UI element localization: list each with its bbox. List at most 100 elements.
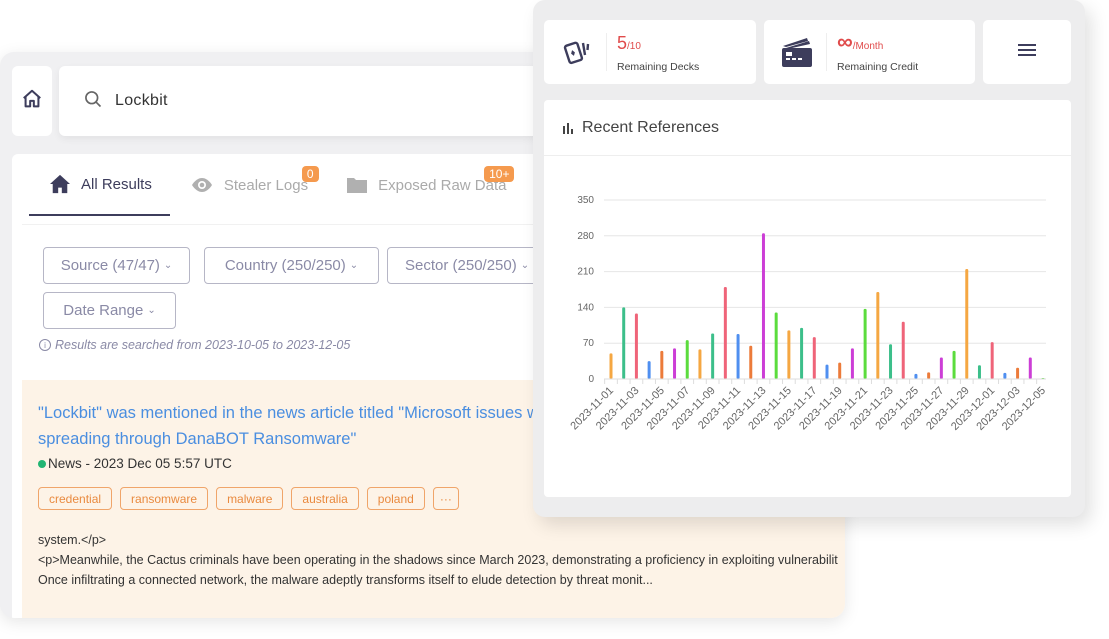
more-tags-button[interactable]: ··· xyxy=(432,487,459,510)
remaining-decks-card: 5/10 Remaining Decks xyxy=(544,20,756,84)
bar-2023-11-08 xyxy=(698,349,702,379)
result-tabs: All Results Stealer Logs 0 Exposed Raw D… xyxy=(29,154,525,216)
bar-2023-11-04 xyxy=(647,361,651,379)
info-icon: i xyxy=(39,339,51,351)
date-range-note: i Results are searched from 2023-10-05 t… xyxy=(39,338,350,352)
bar-2023-11-01 xyxy=(609,353,613,379)
tab-stealer-logs[interactable]: Stealer Logs 0 xyxy=(170,154,326,216)
bar-2023-11-11 xyxy=(736,333,740,379)
snippet-line: <p>Meanwhile, the Cactus criminals have … xyxy=(38,553,838,567)
decks-value: 5/10 xyxy=(617,32,641,53)
chevron-down-icon: ⌄ xyxy=(520,260,530,271)
result-snippet: system.</p> <p>Meanwhile, the Cactus cri… xyxy=(38,530,838,590)
bar-chart-icon xyxy=(562,121,576,135)
tab-all-results[interactable]: All Results xyxy=(29,154,170,216)
snippet-line: system.</p> xyxy=(38,533,107,547)
tag-poland[interactable]: poland xyxy=(366,487,425,510)
credit-card-icon xyxy=(772,36,822,68)
bar-2023-12-02 xyxy=(1003,372,1007,379)
date-range-filter[interactable]: Date Range ⌄ xyxy=(43,292,176,329)
bar-2023-11-18 xyxy=(825,364,829,379)
bar-2023-11-10 xyxy=(723,286,727,379)
bar-2023-11-19 xyxy=(838,362,842,379)
sector-filter[interactable]: Sector (250/250) ⌄ xyxy=(387,247,547,284)
y-tick-label: 0 xyxy=(588,374,594,385)
stealer-logs-badge: 0 xyxy=(301,166,319,182)
y-tick-label: 350 xyxy=(577,195,594,206)
date-range-filter-label: Date Range xyxy=(63,302,144,319)
bar-2023-11-17 xyxy=(812,337,816,379)
snippet-line: Once infiltrating a connected network, t… xyxy=(38,573,653,587)
country-filter-label: Country (250/250) xyxy=(224,257,346,274)
chart-header: Recent References xyxy=(544,100,1071,156)
home-icon xyxy=(21,88,43,115)
bar-2023-11-29 xyxy=(965,269,969,379)
bar-2023-12-03 xyxy=(1016,367,1020,379)
dashboard-panel: 5/10 Remaining Decks ∞/Month Remaining C… xyxy=(533,0,1085,517)
bar-2023-11-09 xyxy=(711,333,715,379)
references-bar-chart: 0701402102803502023-11-012023-11-032023-… xyxy=(568,195,1048,433)
chevron-down-icon: ⌄ xyxy=(349,260,359,271)
search-icon xyxy=(83,89,103,114)
menu-button[interactable] xyxy=(983,20,1071,84)
bar-2023-11-05 xyxy=(660,350,664,379)
bar-2023-11-24 xyxy=(901,321,905,379)
sector-filter-label: Sector (250/250) xyxy=(405,257,517,274)
tab-label: All Results xyxy=(81,175,152,193)
bar-2023-11-22 xyxy=(876,292,880,379)
search-query[interactable]: Lockbit xyxy=(115,92,168,110)
home-icon xyxy=(49,174,71,194)
eye-icon xyxy=(190,177,214,193)
home-button[interactable] xyxy=(12,66,52,136)
source-filter[interactable]: Source (47/47) ⌄ xyxy=(43,247,190,284)
result-meta: News - 2023 Dec 05 5:57 UTC xyxy=(38,456,232,471)
folder-icon xyxy=(346,176,368,194)
divider xyxy=(826,33,827,71)
bar-2023-11-16 xyxy=(800,327,804,379)
tag-credential[interactable]: credential xyxy=(38,487,113,510)
tag-ransomware[interactable]: ransomware xyxy=(120,487,209,510)
credit-value: ∞/Month xyxy=(837,29,884,54)
tab-exposed-raw-data[interactable]: Exposed Raw Data 10+ xyxy=(326,154,524,216)
chevron-down-icon: ⌄ xyxy=(147,305,156,316)
chart-title: Recent References xyxy=(582,118,719,136)
bar-2023-11-27 xyxy=(939,357,943,379)
decks-label: Remaining Decks xyxy=(617,60,700,73)
tag-australia[interactable]: australia xyxy=(291,487,359,510)
bar-2023-11-12 xyxy=(749,345,753,379)
cards-icon xyxy=(552,37,602,67)
bar-2023-11-21 xyxy=(863,308,867,379)
bar-2023-11-06 xyxy=(673,348,677,379)
recent-references-card: Recent References 0 70 140 210 280 350 2023-11… xyxy=(544,100,1071,497)
credit-label: Remaining Credit xyxy=(837,61,919,73)
bar-2023-12-01 xyxy=(990,342,994,379)
remaining-credit-card: ∞/Month Remaining Credit xyxy=(764,20,975,84)
hamburger-menu-icon xyxy=(1017,42,1037,63)
bar-2023-11-26 xyxy=(927,372,931,379)
y-tick-label: 140 xyxy=(577,302,594,313)
exposed-raw-data-badge: 10+ xyxy=(484,166,515,182)
bar-2023-11-07 xyxy=(685,340,689,379)
bar-2023-11-15 xyxy=(787,330,791,379)
result-source-date: News - 2023 Dec 05 5:57 UTC xyxy=(48,456,232,471)
y-tick-label: 70 xyxy=(583,338,595,349)
bar-2023-11-28 xyxy=(952,350,956,379)
status-dot-icon xyxy=(38,459,46,468)
bar-2023-11-14 xyxy=(774,312,778,379)
source-filter-label: Source (47/47) xyxy=(60,257,160,274)
bar-2023-11-13 xyxy=(761,233,765,379)
result-tags: credential ransomware malware australia … xyxy=(38,487,459,510)
country-filter[interactable]: Country (250/250) ⌄ xyxy=(204,247,379,284)
bar-2023-11-25 xyxy=(914,373,918,379)
bar-2023-11-03 xyxy=(634,313,638,379)
tab-label: Stealer Logs xyxy=(223,176,309,194)
bar-2023-11-23 xyxy=(889,344,893,379)
date-note-text: Results are searched from 2023-10-05 to … xyxy=(55,338,351,352)
bar-2023-11-30 xyxy=(977,365,981,379)
bar-2023-12-04 xyxy=(1028,357,1032,379)
y-tick-label: 210 xyxy=(577,267,594,278)
divider xyxy=(606,33,607,71)
chevron-down-icon: ⌄ xyxy=(163,260,173,271)
y-tick-label: 280 xyxy=(577,231,594,242)
tag-malware[interactable]: malware xyxy=(216,487,284,510)
